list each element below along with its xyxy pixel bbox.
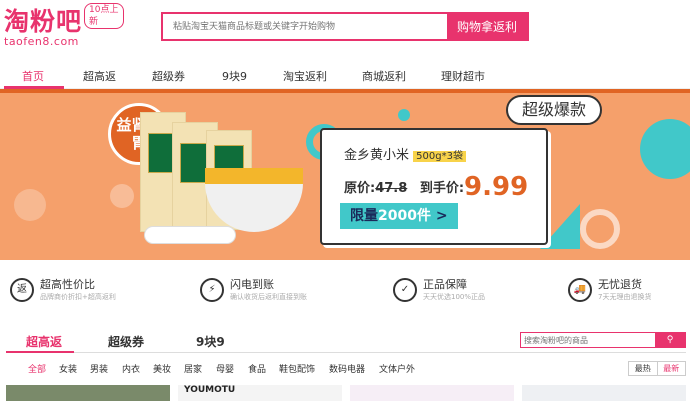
search-input[interactable] — [163, 14, 447, 39]
original-price-label: 原价: — [344, 181, 376, 196]
decor-circle — [110, 184, 134, 208]
feature-fast-payout[interactable]: ⚡ 闪电到账确认收货后返利直接到账 — [200, 278, 307, 308]
price-line: 原价:47.8 到手价:9.99 — [344, 172, 528, 202]
limit-prefix: 限量 — [350, 208, 378, 224]
category-item[interactable]: 女装 — [59, 362, 77, 375]
feature-title: 超高性价比 — [40, 278, 95, 291]
category-all[interactable]: 全部 — [28, 362, 46, 375]
final-price: 9.99 — [464, 172, 529, 202]
banner-top-line — [0, 89, 690, 93]
site-search-input[interactable] — [521, 333, 655, 347]
limit-qty: 2000件 — [378, 208, 431, 224]
sort-toggle: 最热 最新 — [628, 361, 686, 376]
decor-ring — [580, 209, 620, 249]
feature-title: 无忧退货 — [598, 278, 642, 291]
limited-qty-button[interactable]: 限量2000件 > — [340, 203, 458, 229]
category-item[interactable]: 居家 — [184, 362, 202, 375]
category-item[interactable]: 鞋包配饰 — [279, 362, 315, 375]
nav-taobao-rebate[interactable]: 淘宝返利 — [283, 68, 327, 84]
lightning-icon: ⚡ — [200, 278, 224, 302]
feature-subtitle: 天天优选100%正品 — [423, 293, 486, 301]
decor-circle — [640, 119, 690, 179]
tab-super-coupon[interactable]: 超级券 — [108, 333, 144, 350]
shield-check-icon: ✓ — [393, 278, 417, 302]
hot-sale-label: 超级爆款 — [506, 95, 602, 125]
decor-dot — [398, 109, 410, 121]
tab-active-indicator — [6, 351, 74, 353]
product-card-brand[interactable]: YOUMOTU — [178, 385, 342, 401]
product-name: 金乡黄小米 — [344, 148, 410, 163]
product-price-card[interactable]: 金乡黄小米 500g*3袋 原价:47.8 到手价:9.99 限量2000件 > — [320, 128, 548, 245]
nav-home[interactable]: 首页 — [22, 68, 44, 84]
category-item[interactable]: 数码电器 — [329, 362, 365, 375]
tab-9-9[interactable]: 9块9 — [196, 333, 225, 350]
nav-mall-rebate[interactable]: 商城返利 — [362, 68, 406, 84]
tabs-divider — [6, 352, 686, 353]
main-search-bar: 购物拿返利 — [161, 12, 529, 41]
site-search-bar: ⚲ — [520, 332, 686, 348]
spoon-image — [144, 226, 236, 244]
product-card-image[interactable] — [350, 385, 514, 401]
category-item[interactable]: 男装 — [90, 362, 108, 375]
feature-subtitle: 品牌商价折扣+超高返利 — [40, 293, 116, 301]
chevron-right-icon: > — [435, 208, 448, 224]
product-title: 金乡黄小米 500g*3袋 — [344, 144, 466, 163]
category-item[interactable]: 内衣 — [122, 362, 140, 375]
tab-high-rebate[interactable]: 超高返 — [26, 333, 62, 350]
nav-high-rebate[interactable]: 超高返 — [83, 68, 116, 84]
category-item[interactable]: 母婴 — [216, 362, 234, 375]
category-filter: 全部 女装 男装 内衣 美妆 居家 母婴 食品 鞋包配饰 数码电器 文体户外 — [0, 360, 690, 378]
rebate-icon: 返 — [10, 278, 34, 302]
product-card-image[interactable] — [6, 385, 170, 401]
sort-new[interactable]: 最新 — [656, 362, 686, 375]
feature-returns[interactable]: 🚚 无忧退货 7天无理由退换货 — [568, 278, 651, 308]
nav-9-9[interactable]: 9块9 — [222, 68, 247, 84]
feature-title: 闪电到账 — [230, 278, 274, 291]
search-button[interactable]: 购物拿返利 — [447, 14, 527, 39]
logo-domain: taofen8.com — [4, 35, 79, 48]
decor-circle — [14, 189, 46, 221]
search-icon[interactable]: ⚲ — [655, 333, 685, 347]
product-spec: 500g*3袋 — [413, 151, 466, 162]
final-price-label: 到手价: — [419, 181, 465, 196]
product-card-image[interactable] — [522, 385, 686, 401]
category-item[interactable]: 食品 — [248, 362, 266, 375]
category-item[interactable]: 文体户外 — [379, 362, 415, 375]
feature-value[interactable]: 返 超高性价比品牌商价折扣+超高返利 — [10, 278, 116, 308]
truck-icon: 🚚 — [568, 278, 592, 302]
sort-hot[interactable]: 最热 — [629, 362, 657, 375]
nav-finance[interactable]: 理财超市 — [441, 68, 485, 84]
nav-super-coupon[interactable]: 超级券 — [152, 68, 185, 84]
main-nav: 首页 超高返 超级券 9块9 淘宝返利 商城返利 理财超市 — [0, 63, 690, 89]
feature-authentic[interactable]: ✓ 正品保障天天优选100%正品 — [393, 278, 485, 308]
feature-subtitle: 7天无理由退换货 — [598, 293, 652, 301]
feature-subtitle: 确认收货后返利直接到账 — [230, 293, 307, 301]
original-price: 47.8 — [375, 181, 408, 196]
new-arrival-tag: 10点上新 — [84, 3, 124, 29]
site-logo[interactable]: 淘粉吧 taofen8.com 10点上新 — [4, 3, 124, 52]
category-item[interactable]: 美妆 — [153, 362, 171, 375]
feature-title: 正品保障 — [423, 278, 467, 291]
